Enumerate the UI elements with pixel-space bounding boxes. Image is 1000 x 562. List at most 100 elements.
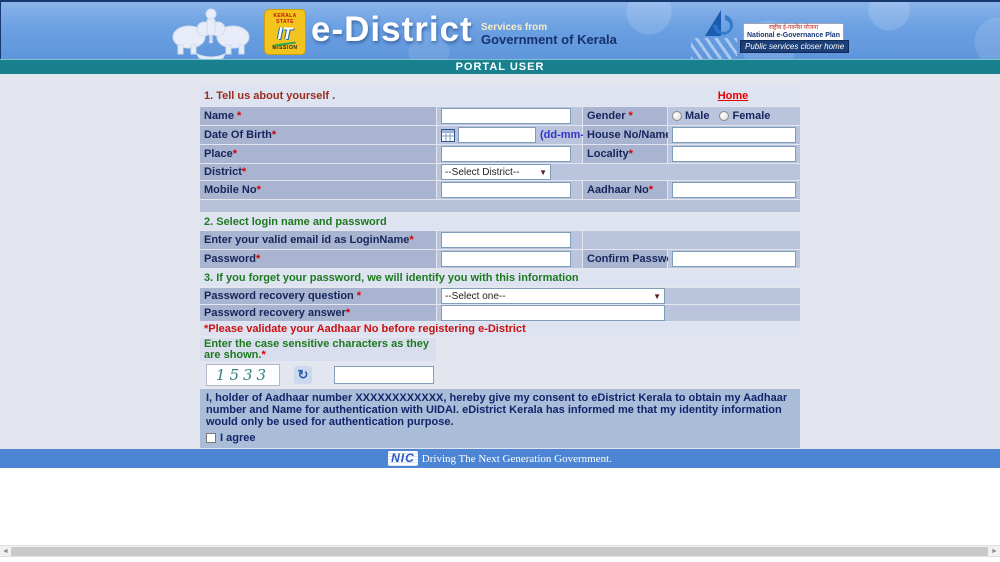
dob-field-cell: (dd-mm-yyyy) — [437, 126, 582, 144]
nic-logo: NIC — [388, 451, 418, 466]
home-cell: Home — [666, 86, 800, 106]
recovery-question-label-cell: Password recovery question* — [200, 288, 436, 304]
email-field-cell — [437, 231, 582, 249]
gender-female-label: Female — [732, 110, 770, 122]
captcha-instruction-text: Enter the case sensitive characters as t… — [204, 338, 429, 361]
scroll-left-arrow-icon[interactable]: ◄ — [0, 546, 11, 557]
name-label-cell: Name* — [200, 107, 436, 125]
chevron-down-icon: ▼ — [539, 168, 547, 177]
aadhaar-note-text: *Please validate your Aadhaar No before … — [204, 323, 526, 335]
place-field-cell — [437, 145, 582, 163]
header-banner: KERALA STATE IT MISSION e-District Servi… — [0, 0, 1000, 59]
negp-hindi-text: राष्ट्रीय ई-गवर्नेंस योजना — [747, 25, 840, 32]
agree-checkbox[interactable] — [206, 433, 216, 443]
it-logo-bottom-text: MISSION — [265, 45, 305, 52]
mobile-label-cell: Mobile No* — [200, 181, 436, 199]
mobile-input[interactable] — [441, 182, 571, 198]
email-input[interactable] — [441, 232, 571, 248]
locality-label-cell: Locality* — [583, 145, 667, 163]
district-label: District — [204, 166, 242, 178]
aadhaar-validation-note: *Please validate your Aadhaar No before … — [200, 322, 800, 336]
district-select[interactable]: --Select District-- ▼ — [441, 164, 551, 180]
required-marker: * — [242, 166, 246, 178]
scrollbar-thumb[interactable] — [11, 547, 988, 556]
section1-header: 1. Tell us about yourself . — [200, 86, 665, 106]
section2-header: 2. Select login name and password — [200, 214, 800, 230]
portal-user-bar: PORTAL USER — [0, 59, 1000, 74]
consent-text: I, holder of Aadhaar number XXXXXXXXXXXX… — [206, 392, 794, 428]
section1-title: 1. Tell us about yourself . — [204, 90, 335, 102]
required-marker: * — [357, 290, 361, 302]
it-logo-it-text: IT — [265, 25, 305, 43]
captcha-refresh-button[interactable]: ↻ — [294, 366, 312, 384]
negp-tagline: Public services closer home — [740, 40, 849, 53]
edistrict-registration-page: KERALA STATE IT MISSION e-District Servi… — [0, 0, 1000, 562]
gender-female-radio[interactable] — [719, 111, 729, 121]
email-label-cell: Enter your valid email id as LoginName* — [200, 231, 436, 249]
name-field-cell — [437, 107, 582, 125]
aadhaar-label: Aadhaar No — [587, 184, 649, 196]
captcha-row: 1533 ↻ — [200, 363, 800, 386]
kerala-it-mission-logo: KERALA STATE IT MISSION — [264, 9, 306, 55]
captcha-characters: 1533 — [216, 366, 270, 384]
confirm-label-cell: Confirm Password* — [583, 250, 667, 268]
home-link[interactable]: Home — [718, 90, 749, 102]
captcha-instruction: Enter the case sensitive characters as t… — [200, 338, 436, 361]
password-field-cell — [437, 250, 582, 268]
house-label: House No/Name — [587, 129, 671, 141]
name-input[interactable] — [441, 108, 571, 124]
scroll-right-arrow-icon[interactable]: ► — [989, 546, 1000, 557]
place-input[interactable] — [441, 146, 571, 162]
required-marker: * — [649, 184, 653, 196]
gender-field-cell: Male Female — [668, 107, 800, 125]
mobile-field-cell — [437, 181, 582, 199]
locality-label: Locality — [587, 148, 629, 160]
captcha-input[interactable] — [334, 366, 434, 384]
spacer-row — [200, 200, 800, 212]
dob-input[interactable] — [458, 127, 536, 143]
gender-label: Gender — [587, 110, 626, 122]
calendar-icon[interactable] — [441, 129, 455, 142]
recovery-question-select[interactable]: --Select one-- ▼ — [441, 288, 665, 304]
mobile-label: Mobile No — [204, 184, 257, 196]
email-empty-cell — [583, 231, 800, 249]
refresh-icon: ↻ — [298, 367, 309, 382]
government-of-kerala-text: Government of Kerala — [481, 34, 617, 46]
name-label: Name — [204, 110, 234, 122]
gender-male-radio[interactable] — [672, 111, 682, 121]
house-input[interactable] — [672, 127, 796, 143]
confirm-password-input[interactable] — [672, 251, 796, 267]
district-select-value: --Select District-- — [445, 167, 519, 178]
horizontal-scrollbar[interactable]: ◄ ► — [0, 545, 1000, 557]
recovery-question-select-value: --Select one-- — [445, 291, 506, 302]
captcha-image: 1533 — [206, 364, 280, 386]
required-marker: * — [256, 253, 260, 265]
recovery-answer-field-cell — [437, 305, 800, 321]
dob-label-cell: Date Of Birth* — [200, 126, 436, 144]
required-marker: * — [346, 307, 350, 319]
section3-title: 3. If you forget your password, we will … — [204, 272, 579, 284]
app-title: e-District — [311, 10, 473, 50]
aadhaar-field-cell — [668, 181, 800, 199]
password-label: Password — [204, 253, 256, 265]
required-marker: * — [261, 349, 265, 361]
locality-field-cell — [668, 145, 800, 163]
aadhaar-label-cell: Aadhaar No* — [583, 181, 667, 199]
required-marker: * — [237, 110, 241, 122]
footer-tagline: Driving The Next Generation Government. — [422, 453, 612, 465]
locality-input[interactable] — [672, 146, 796, 162]
recovery-answer-label-cell: Password recovery answer* — [200, 305, 436, 321]
password-input[interactable] — [441, 251, 571, 267]
dob-label: Date Of Birth — [204, 129, 272, 141]
gender-male-label: Male — [685, 110, 709, 122]
negp-logo-icon — [701, 8, 735, 45]
email-label: Enter your valid email id as LoginName — [204, 234, 409, 246]
agree-label: I agree — [220, 432, 255, 444]
aadhaar-input[interactable] — [672, 182, 796, 198]
place-label: Place — [204, 148, 233, 160]
bottom-whitespace — [0, 468, 1000, 545]
required-marker: * — [257, 184, 261, 196]
district-label-cell: District* — [200, 164, 436, 180]
footer-bar: NIC Driving The Next Generation Governme… — [0, 449, 1000, 468]
recovery-answer-input[interactable] — [441, 305, 665, 321]
